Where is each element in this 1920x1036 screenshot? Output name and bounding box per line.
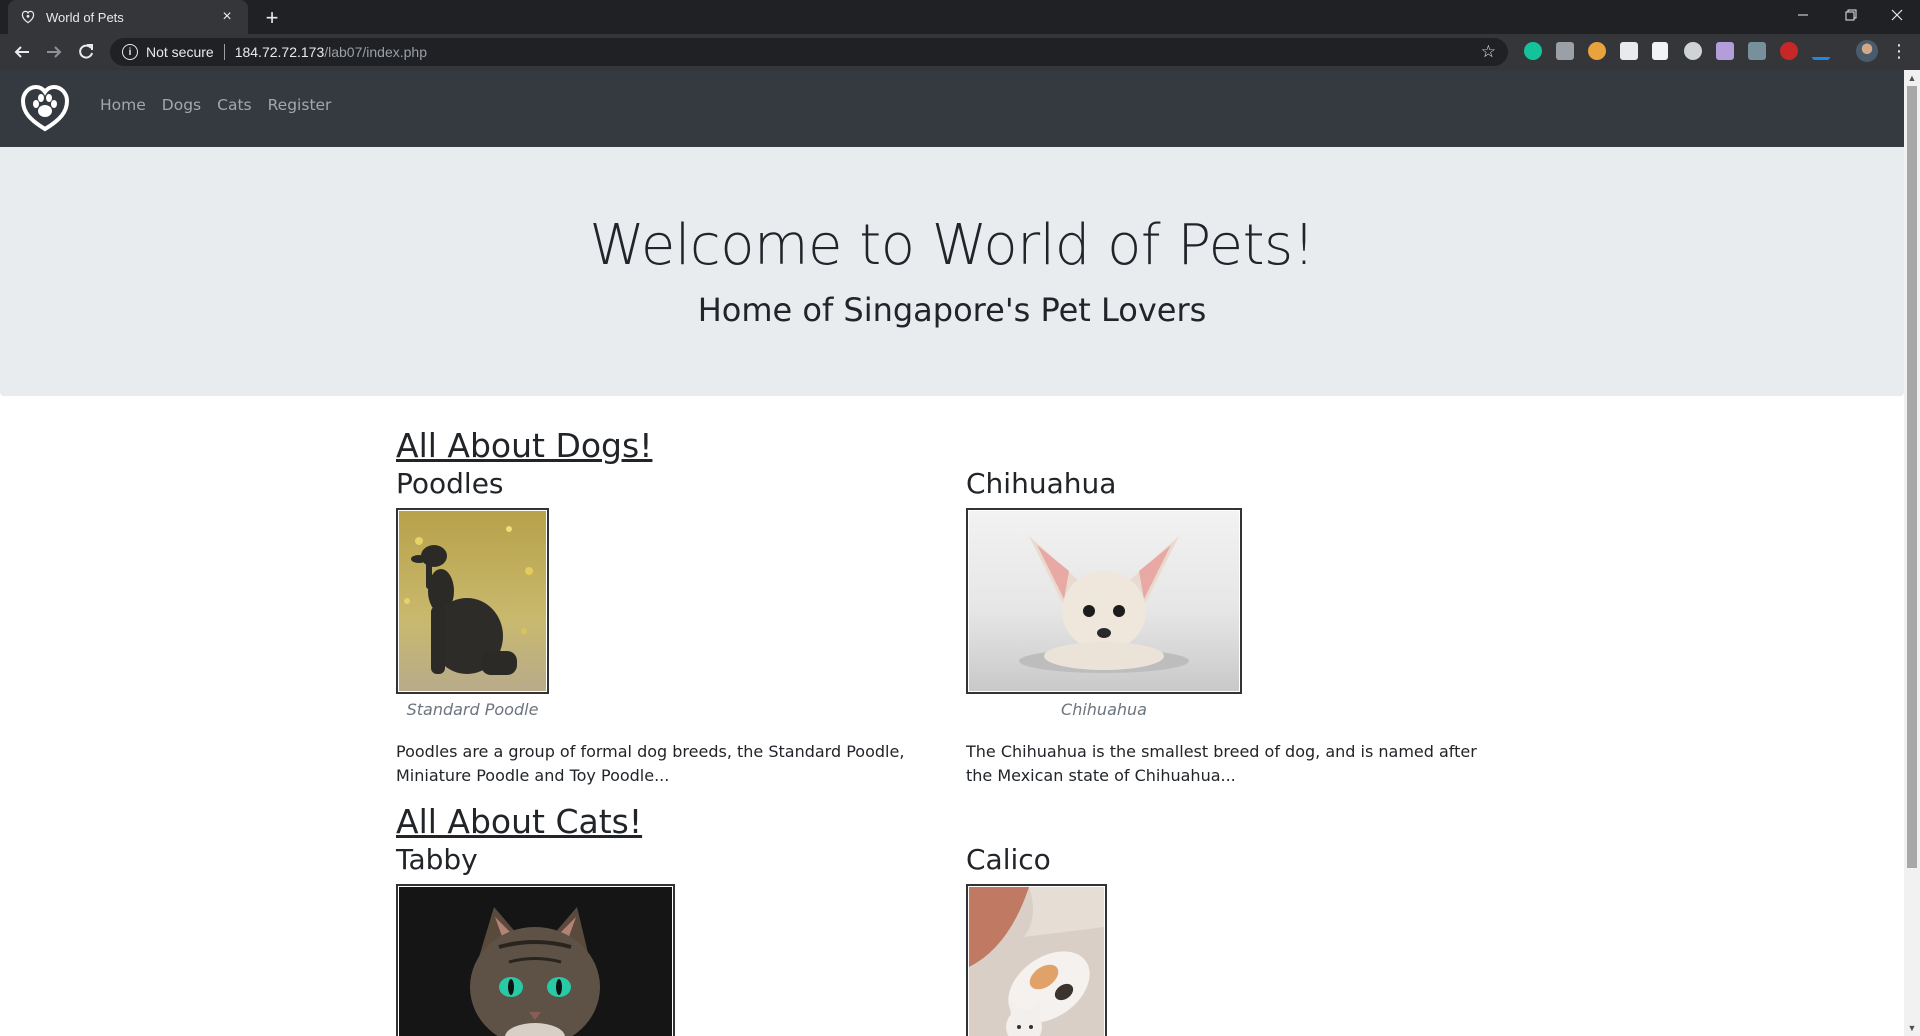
page-viewport: Home Dogs Cats Register Welcome to World… xyxy=(0,70,1904,1036)
pet-caption: Chihuahua xyxy=(1061,700,1147,719)
react-extension-icon[interactable] xyxy=(1684,42,1702,60)
browser-tab[interactable]: World of Pets × xyxy=(8,0,248,34)
tab-title: World of Pets xyxy=(46,9,124,25)
tabby-photo[interactable] xyxy=(396,884,675,1036)
address-bar[interactable]: i Not secure 184.72.72.173/lab07/index.p… xyxy=(110,38,1508,66)
pet-figure xyxy=(966,884,1107,1036)
cats-heading: All About Cats! xyxy=(396,802,643,841)
pet-description: Poodles are a group of formal dog breeds… xyxy=(396,742,905,785)
dogs-heading: All About Dogs! xyxy=(396,426,653,465)
security-label: Not secure xyxy=(146,44,214,60)
paw-heart-logo-icon[interactable] xyxy=(20,84,70,132)
browser-chrome: World of Pets × + i Not secure 184.72.72… xyxy=(0,0,1920,70)
tab-strip: World of Pets × + xyxy=(0,0,1920,34)
site-navbar: Home Dogs Cats Register xyxy=(0,70,1904,147)
url-path: /lab07/index.php xyxy=(324,44,427,60)
nav-link-dogs[interactable]: Dogs xyxy=(162,96,201,114)
tab-close-icon[interactable]: × xyxy=(218,8,236,26)
pet-name: Chihuahua xyxy=(966,467,1117,500)
new-tab-button[interactable]: + xyxy=(258,4,286,32)
close-window-icon[interactable] xyxy=(1874,0,1920,30)
extension-icon[interactable] xyxy=(1716,42,1734,60)
scroll-down-arrow-icon[interactable]: ▼ xyxy=(1904,1020,1920,1036)
profile-avatar[interactable] xyxy=(1856,40,1878,62)
cookie-extension-icon[interactable] xyxy=(1588,42,1606,60)
pet-caption: Standard Poodle xyxy=(406,700,539,719)
extension-icon[interactable] xyxy=(1556,42,1574,60)
vertical-scrollbar[interactable]: ▲ ▼ xyxy=(1904,70,1920,1036)
hero-subtitle: Home of Singapore's Pet Lovers xyxy=(697,291,1207,329)
scrollbar-thumb[interactable] xyxy=(1907,86,1917,868)
pet-figure xyxy=(396,884,675,1036)
extension-icon[interactable] xyxy=(1748,42,1766,60)
pet-card-poodles: Poodles Standard Poodle Poodles are a gr… xyxy=(396,465,966,788)
kebab-menu-icon[interactable]: ⋮ xyxy=(1890,40,1908,62)
pet-card-chihuahua: Chihuahua Chihuahua The Chihuahua is the… xyxy=(966,465,1536,788)
tabs-extension-icon[interactable] xyxy=(1652,42,1668,60)
nav-links: Home Dogs Cats Register xyxy=(100,96,347,114)
pet-name: Calico xyxy=(966,843,1051,876)
pet-figure: Standard Poodle xyxy=(396,508,549,719)
cats-section: All About Cats! Tabby Calico xyxy=(396,802,1536,1036)
bookmark-star-icon[interactable]: ☆ xyxy=(1481,42,1496,62)
poodle-photo[interactable] xyxy=(396,508,549,694)
divider xyxy=(223,44,225,60)
url-host: 184.72.72.173 xyxy=(234,44,325,60)
restore-icon[interactable] xyxy=(1828,0,1874,30)
chihuahua-photo[interactable] xyxy=(966,508,1242,694)
main-content: All About Dogs! Poodles Standard Poodle … xyxy=(396,426,1536,1036)
hero-jumbotron: Welcome to World of Pets! Home of Singap… xyxy=(0,147,1904,396)
back-arrow-icon[interactable] xyxy=(8,38,36,66)
drive-extension-icon[interactable] xyxy=(1812,42,1830,60)
reload-icon[interactable] xyxy=(72,38,100,66)
paw-favicon-icon xyxy=(20,9,36,25)
nav-link-register[interactable]: Register xyxy=(268,96,332,114)
ublock-extension-icon[interactable] xyxy=(1780,42,1798,60)
forward-arrow-icon[interactable] xyxy=(40,38,68,66)
hero-title: Welcome to World of Pets! xyxy=(589,213,1315,278)
minimize-icon[interactable] xyxy=(1780,0,1826,30)
nav-link-home[interactable]: Home xyxy=(100,96,146,114)
grammarly-extension-icon[interactable] xyxy=(1524,42,1542,60)
scroll-up-arrow-icon[interactable]: ▲ xyxy=(1904,70,1920,86)
pet-name: Tabby xyxy=(396,843,478,876)
pet-figure: Chihuahua xyxy=(966,508,1242,719)
s-extension-icon[interactable] xyxy=(1620,42,1638,60)
calico-photo[interactable] xyxy=(966,884,1107,1036)
nav-link-cats[interactable]: Cats xyxy=(217,96,251,114)
dogs-section: All About Dogs! Poodles Standard Poodle … xyxy=(396,426,1536,788)
info-icon[interactable]: i xyxy=(122,44,138,60)
pet-card-calico: Calico xyxy=(966,841,1536,1036)
pet-name: Poodles xyxy=(396,467,504,500)
pet-card-tabby: Tabby xyxy=(396,841,966,1036)
pet-description: The Chihuahua is the smallest breed of d… xyxy=(966,742,1477,785)
